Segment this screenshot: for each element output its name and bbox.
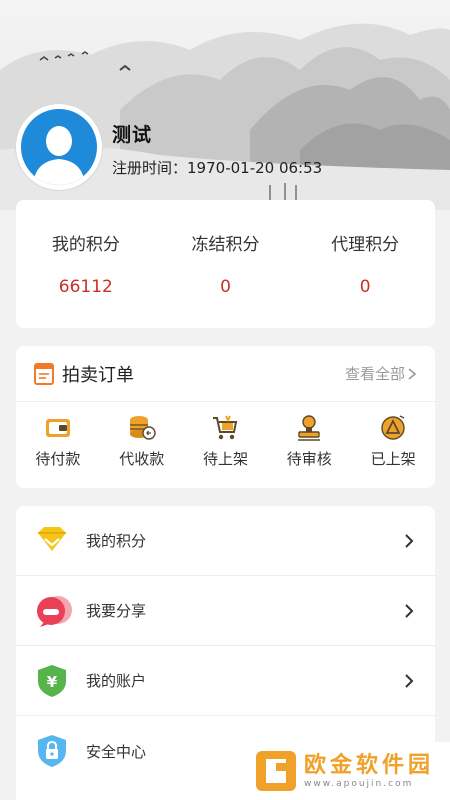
avatar[interactable]: [16, 104, 102, 190]
watermark-name: 欧金软件园: [304, 753, 435, 778]
site-watermark: 欧金软件园 www.apoujin.com: [250, 742, 450, 800]
upload-icon: [381, 415, 405, 440]
order-collecting[interactable]: 代收款: [100, 414, 184, 469]
stat-value: 0: [359, 277, 371, 297]
chevron-right-icon: [405, 673, 414, 688]
register-time-row: 注册时间：1970-01-20 06:53: [112, 157, 322, 178]
order-label: 待审核: [286, 450, 332, 468]
menu-item-account[interactable]: ¥ 我的账户: [16, 646, 435, 716]
stat-value: 0: [220, 277, 231, 297]
order-label: 待付款: [35, 450, 81, 468]
lock-shield-icon: [38, 735, 66, 767]
menu-label: 我的账户: [86, 672, 147, 690]
menu-label: 安全中心: [86, 742, 147, 761]
points-stats-card: 我的积分 66112 冻结积分 0 代理积分 0: [16, 200, 435, 328]
see-all-link[interactable]: 查看全部: [345, 363, 417, 384]
watermark-url: www.apoujin.com: [304, 779, 414, 789]
user-name: 测试: [112, 124, 153, 146]
profile-section: 测试 注册时间：1970-01-20 06:53: [16, 104, 322, 190]
chevron-right-icon: [405, 533, 414, 548]
stat-label: 代理积分: [331, 235, 400, 255]
chevron-right-icon: [408, 367, 417, 380]
cart-icon: [213, 415, 238, 440]
order-label: 待上架: [202, 450, 248, 468]
diamond-icon: [38, 526, 66, 551]
stat-value: 66112: [58, 277, 113, 297]
orders-title: 拍卖订单: [62, 364, 134, 386]
order-label: 代收款: [119, 450, 165, 468]
auction-orders-card: 拍卖订单 查看全部 待付款 代收款 待上架 待审核 已上架: [16, 346, 435, 488]
share-chat-icon: [37, 595, 72, 627]
order-awaiting-listing[interactable]: 待上架: [184, 414, 268, 469]
coin-stack-icon: [129, 416, 156, 440]
orders-header: 拍卖订单 查看全部: [16, 346, 435, 402]
menu-item-share[interactable]: 我要分享: [16, 576, 435, 646]
register-time-label: 注册时间：: [112, 159, 188, 177]
wallet-icon: [45, 419, 70, 437]
see-all-label: 查看全部: [344, 365, 405, 383]
menu-label: 我的积分: [86, 532, 147, 550]
register-time-value: 1970-01-20 06:53: [187, 159, 323, 177]
menu-item-my-points[interactable]: 我的积分: [16, 506, 435, 576]
yuan-shield-icon: ¥: [38, 664, 66, 697]
chevron-right-icon: [405, 603, 414, 618]
stamp-icon: [298, 415, 321, 441]
header-banner: 测试 注册时间：1970-01-20 06:53: [0, 0, 450, 210]
stat-my-points[interactable]: 我的积分 66112: [16, 200, 156, 328]
user-silhouette-icon: [33, 126, 85, 185]
menu-label: 我要分享: [86, 602, 147, 620]
stat-agent-points[interactable]: 代理积分 0: [295, 200, 435, 328]
svg-text:¥: ¥: [47, 673, 58, 691]
order-list-icon: [34, 362, 54, 385]
order-listed[interactable]: 已上架: [351, 414, 435, 469]
order-under-review[interactable]: 待审核: [267, 414, 351, 469]
stat-label: 冻结积分: [191, 235, 260, 255]
stat-frozen-points[interactable]: 冻结积分 0: [156, 200, 296, 328]
watermark-logo-icon: [256, 751, 296, 791]
stat-label: 我的积分: [51, 235, 120, 255]
order-pending-payment[interactable]: 待付款: [16, 414, 100, 469]
order-label: 已上架: [370, 450, 416, 468]
